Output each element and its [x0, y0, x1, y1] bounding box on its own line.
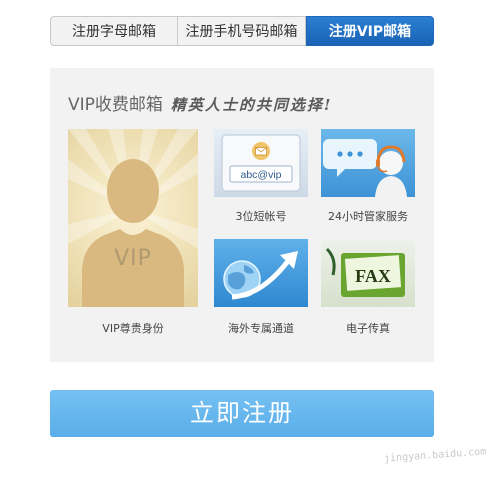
- vip-badge-text: VIP: [114, 246, 152, 271]
- abc-vip-text: abc@vip: [240, 169, 281, 181]
- promo-title: VIP收费邮箱: [68, 95, 163, 115]
- tab-letter-email[interactable]: 注册字母邮箱: [50, 16, 178, 46]
- vip-identity-card[interactable]: VIP: [68, 129, 198, 307]
- tab-vip-email[interactable]: 注册VIP邮箱: [306, 16, 434, 46]
- register-now-button[interactable]: 立即注册: [50, 390, 434, 437]
- globe-arrow-icon: [223, 251, 298, 300]
- mail-type-tabs: 注册字母邮箱 注册手机号码邮箱 注册VIP邮箱: [50, 16, 434, 46]
- sunburst-decoration: [68, 129, 198, 307]
- fax-text: FAX: [355, 266, 391, 286]
- concierge-service-tile[interactable]: [321, 129, 415, 197]
- short-account-tile[interactable]: abc@vip: [214, 129, 308, 197]
- fax-icon: FAX: [325, 247, 405, 297]
- e-fax-caption: 电子传真: [346, 322, 390, 335]
- promo-slogan: 精英人士的共同选择!: [170, 96, 333, 114]
- overseas-channel-tile[interactable]: [214, 239, 308, 307]
- short-account-caption: 3位短帐号: [235, 210, 287, 223]
- watermark: jingyan.baidu.com: [383, 446, 487, 465]
- tab-phone-email[interactable]: 注册手机号码邮箱: [178, 16, 306, 46]
- overseas-channel-caption: 海外专属通道: [228, 322, 294, 335]
- email-address-icon: abc@vip: [221, 134, 301, 192]
- vip-identity-caption: VIP尊贵身份: [102, 322, 164, 335]
- e-fax-tile[interactable]: FAX: [321, 239, 415, 307]
- customer-service-icon: [323, 139, 407, 197]
- concierge-service-caption: 24小时管家服务: [328, 210, 408, 223]
- promo-headline: VIP收费邮箱 精英人士的共同选择!: [68, 90, 333, 115]
- vip-promo-panel: VIP收费邮箱 精英人士的共同选择! VIP VIP尊贵身份 abc@vip 3…: [50, 68, 434, 362]
